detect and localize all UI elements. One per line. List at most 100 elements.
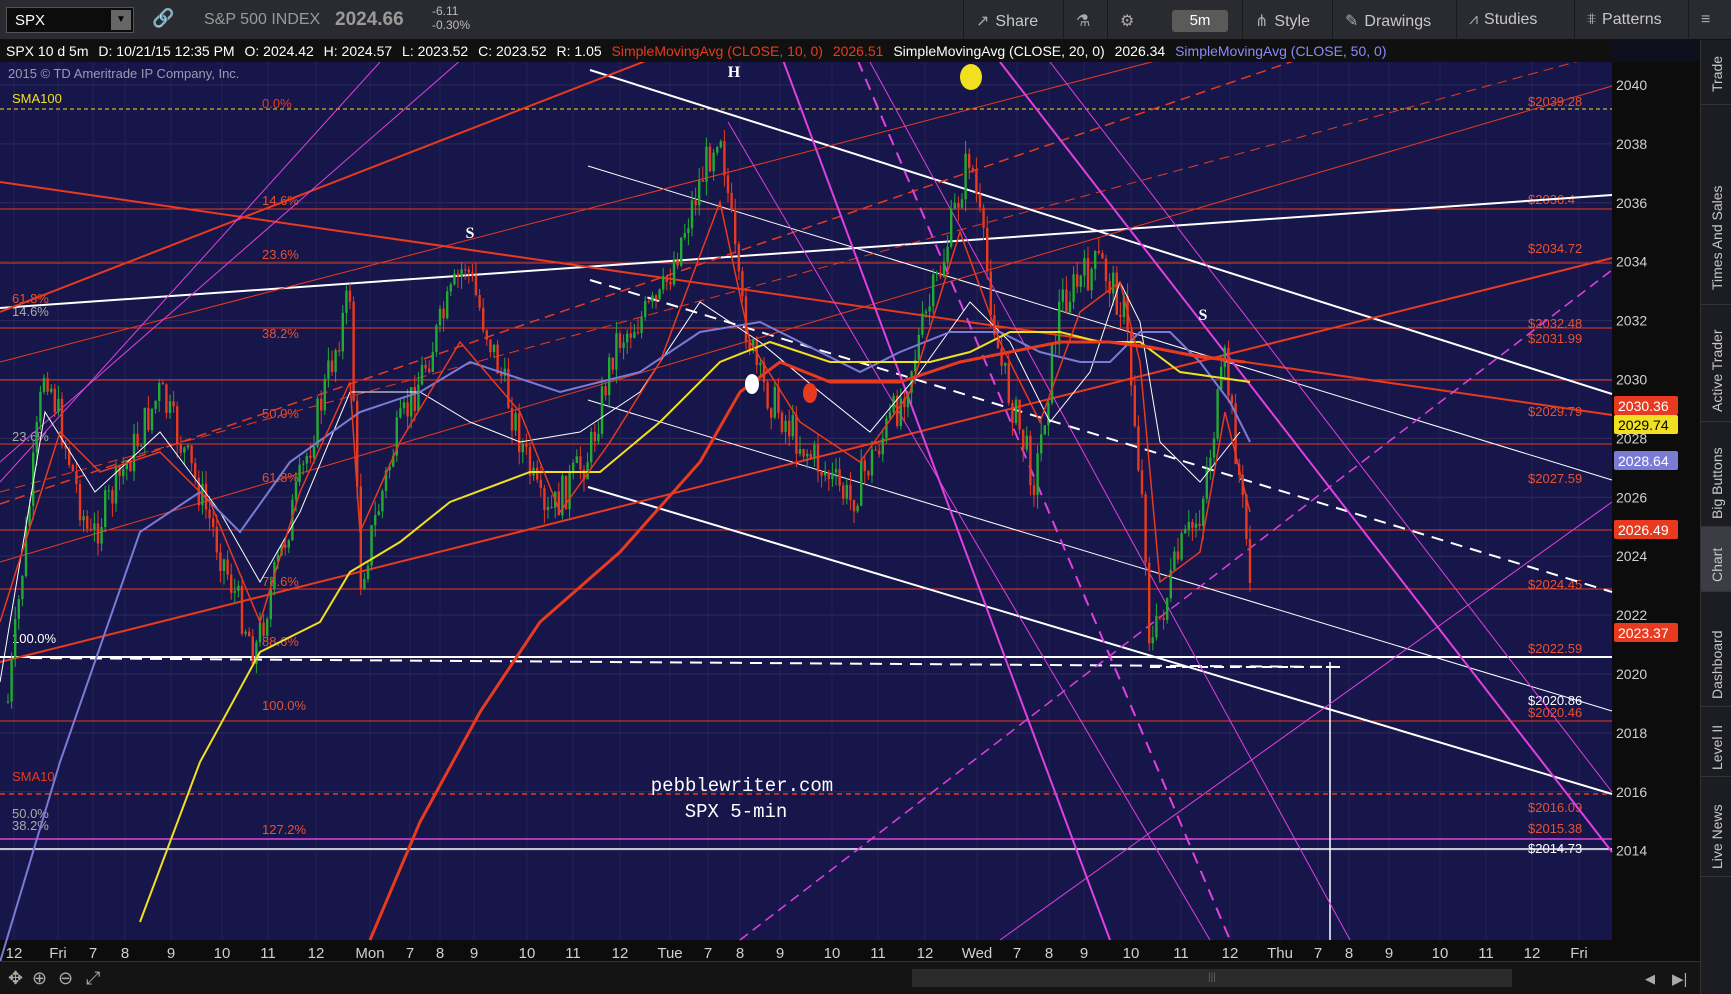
side-tab-big-buttons[interactable]: Big Buttons (1701, 422, 1731, 527)
side-tab-live-news[interactable]: Live News (1701, 777, 1731, 877)
side-tab-times-and-sales[interactable]: Times And Sales (1701, 105, 1731, 305)
price-chart[interactable]: 0.0%14.6%23.6%38.2%50.0%61.8%78.6%88.6%1… (0, 62, 1700, 961)
menu-button[interactable]: ≡ (1688, 0, 1731, 40)
candle-body (86, 516, 89, 529)
symbol-text: SPX (15, 12, 46, 29)
candle-body (413, 387, 416, 411)
candle-body (651, 295, 654, 302)
candle-body (438, 308, 442, 326)
candle-body (140, 445, 143, 447)
style-button[interactable]: ⋔ Style (1242, 0, 1332, 40)
watermark-line1: pebblewriter.com (651, 775, 833, 797)
time-axis-label: 10 (1432, 945, 1449, 961)
pan-icon[interactable]: ✥ (8, 968, 23, 989)
bar-date: D: 10/21/15 12:35 PM (98, 43, 235, 59)
candle-body (741, 271, 744, 297)
patterns-button[interactable]: ⩨ Patterns (1574, 0, 1688, 40)
symbol-selector[interactable]: SPX ▼ (6, 7, 134, 33)
candle-body (510, 408, 514, 431)
chart-plot-area[interactable] (0, 62, 1612, 940)
candle-body (1248, 538, 1252, 583)
zoom-in-icon[interactable]: ⊕ (32, 968, 47, 989)
candle-body (690, 200, 694, 229)
fib-label-right: $2022.59 (1528, 641, 1582, 656)
time-axis-label: 12 (1524, 945, 1541, 961)
link-icon[interactable]: 🔗 (152, 8, 174, 29)
candle-body (1014, 399, 1018, 424)
candle-body (1158, 616, 1162, 618)
candle-body (590, 431, 593, 463)
share-button[interactable]: ↗ Share (963, 0, 1063, 40)
candle-body (1050, 343, 1054, 403)
candle-body (122, 469, 125, 477)
time-axis-label: 11 (565, 945, 581, 961)
price-axis-label: 2026 (1616, 489, 1647, 505)
candle-body (492, 344, 496, 353)
edge-label: SMA100 (12, 91, 62, 106)
candle-body (316, 398, 319, 447)
candle-body (406, 402, 409, 417)
candle-body (1155, 616, 1158, 638)
candle-body (158, 382, 161, 401)
settings-button[interactable]: ⚙ (1107, 0, 1157, 40)
candle-body (525, 444, 528, 447)
candle-body (953, 203, 956, 209)
candle-body (14, 618, 17, 659)
candle-body (71, 464, 74, 472)
interval-selector[interactable]: 5m (1172, 10, 1228, 32)
time-axis-label: Mon (355, 945, 384, 961)
bar-open: O: 2024.42 (244, 43, 314, 59)
zoom-out-icon[interactable]: ⊖ (58, 968, 73, 989)
expand-icon[interactable]: ⤢ (86, 968, 100, 989)
candle-body (708, 146, 712, 172)
studies-button[interactable]: ⩘ Studies (1456, 0, 1574, 40)
candle-body (878, 450, 881, 455)
fib-label-right: $2027.59 (1528, 471, 1582, 486)
candle-body (950, 208, 953, 247)
side-tab-active-trader[interactable]: Active Trader (1701, 305, 1731, 422)
candle-body (183, 447, 186, 453)
candle-body (856, 505, 859, 512)
price-axis-label: 2036 (1616, 195, 1647, 211)
candle-body (449, 284, 452, 292)
time-axis-label: 8 (1345, 945, 1353, 961)
candle-body (726, 175, 730, 193)
price-axis-label: 2022 (1616, 607, 1647, 623)
candle-body (1047, 402, 1050, 426)
price-axis-label: 2040 (1616, 77, 1647, 93)
side-tab-level-ii[interactable]: Level II (1701, 707, 1731, 777)
candle-body (1068, 301, 1072, 313)
chevron-down-icon[interactable]: ▼ (111, 10, 131, 30)
candle-body (309, 455, 312, 458)
time-axis-label: 8 (736, 945, 744, 961)
side-tab-chart[interactable]: Chart (1701, 527, 1731, 592)
bar-low: L: 2023.52 (402, 43, 469, 59)
candle-body (1004, 362, 1007, 366)
fib-label-right: $2031.99 (1528, 331, 1582, 346)
candle-body (100, 527, 103, 544)
study-info-bar: SPX 10 d 5m D: 10/21/15 12:35 PM O: 2024… (0, 40, 1612, 62)
drawings-button[interactable]: ✎ Drawings (1332, 0, 1456, 40)
candle-body (946, 246, 949, 262)
scroll-end-icon[interactable]: ▶| (1672, 970, 1687, 988)
candle-body (831, 472, 834, 480)
scrollbar-grip-icon[interactable]: ||| (1208, 972, 1216, 983)
candle-body (676, 260, 679, 266)
side-tab-trade[interactable]: Trade (1701, 40, 1731, 105)
candle-body (410, 387, 413, 417)
scroll-left-icon[interactable]: ◀ (1645, 971, 1655, 987)
candle-body (780, 412, 784, 432)
candle-body (654, 295, 658, 300)
gear-icon: ⚙ (1120, 13, 1135, 30)
candle-body (867, 471, 870, 476)
candle-body (784, 420, 787, 432)
candle-body (298, 464, 301, 483)
last-price: 2024.66 (335, 9, 404, 30)
side-tab-dashboard[interactable]: Dashboard (1701, 592, 1731, 707)
candle-body (1140, 470, 1144, 495)
candle-body (845, 485, 848, 499)
time-scrollbar[interactable]: ||| (912, 969, 1512, 987)
candle-body (626, 333, 629, 343)
flask-button[interactable]: ⚗ (1063, 0, 1107, 40)
candle-body (982, 207, 985, 228)
